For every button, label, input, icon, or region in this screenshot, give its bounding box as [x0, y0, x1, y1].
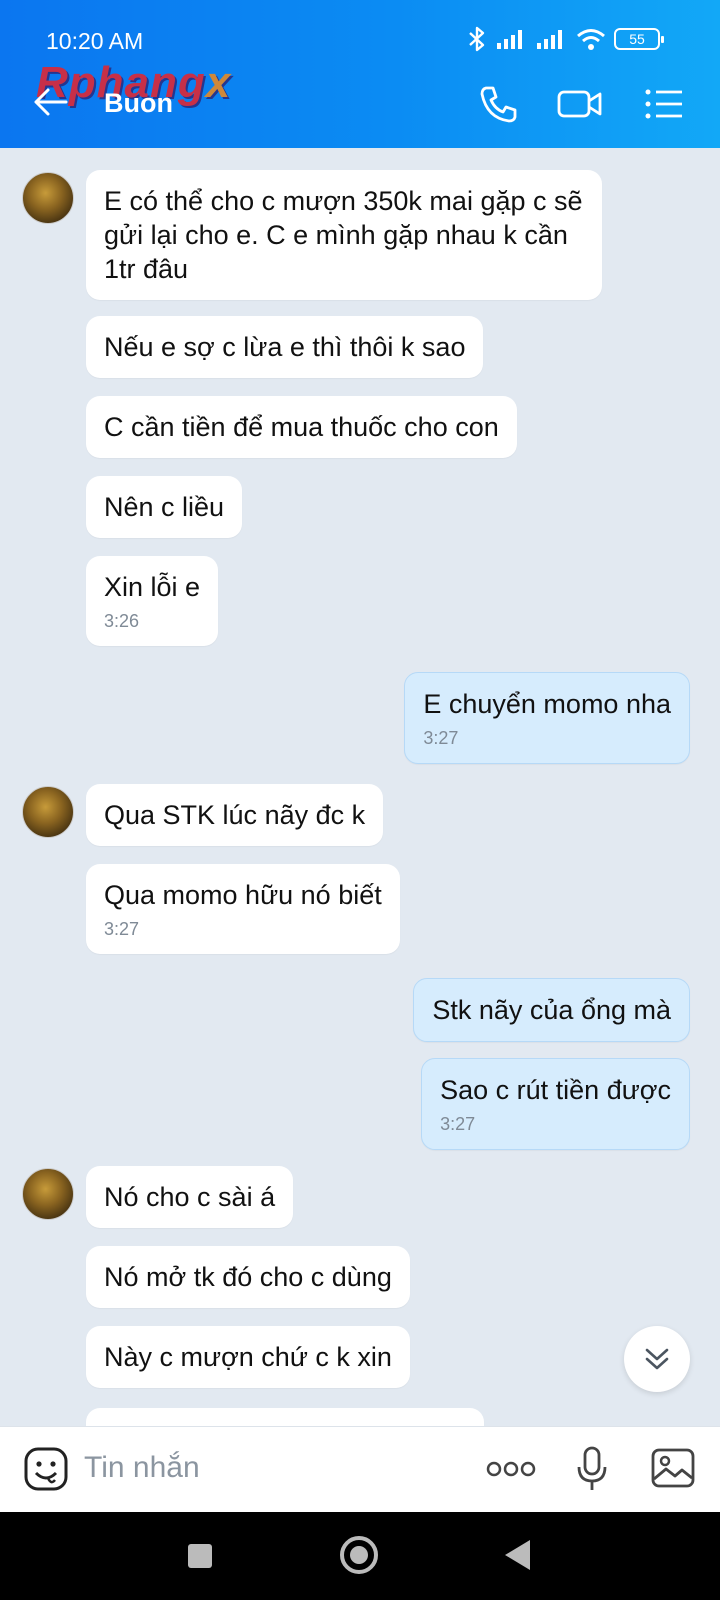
battery-icon: 55	[614, 28, 664, 50]
message-bubble-received[interactable]: Qua momo hữu nó biết 3:27	[86, 864, 400, 954]
wifi-icon	[577, 29, 605, 50]
app-header: 10:20 AM 55 Rphangx Buon	[0, 0, 720, 148]
scroll-to-bottom-button[interactable]	[624, 1326, 690, 1392]
home-icon[interactable]	[338, 1534, 380, 1576]
video-call-icon[interactable]	[556, 80, 604, 128]
message-bubble-partial[interactable]	[86, 1408, 484, 1426]
message-bubble-received[interactable]: C cần tiền để mua thuốc cho con	[86, 396, 517, 458]
message-text: E chuyển momo nha	[423, 689, 671, 719]
conversation-title[interactable]: Buon	[104, 88, 173, 119]
message-bubble-sent[interactable]: Sao c rút tiền được 3:27	[421, 1058, 690, 1150]
message-time: 3:26	[104, 611, 140, 631]
system-navigation-bar	[0, 1512, 720, 1600]
message-bubble-received[interactable]: Nếu e sợ c lừa e thì thôi k sao	[86, 316, 484, 378]
message-text: Stk nãy của ổng mà	[432, 995, 671, 1025]
message-bubble-received[interactable]: E có thể cho c mượn 350k mai gặp c sẽ gử…	[86, 170, 602, 300]
message-text: Này c mượn chứ c k xin	[104, 1342, 392, 1372]
message-bubble-received[interactable]: Nó cho c sài á	[86, 1166, 294, 1228]
message-text: Nên c liều	[104, 492, 225, 522]
image-gallery-icon[interactable]	[650, 1445, 696, 1491]
message-bubble-received[interactable]: Qua STK lúc nãy đc k	[86, 784, 384, 846]
message-composer: Tin nhắn	[0, 1426, 720, 1512]
signal-icon-2	[537, 30, 562, 49]
message-text: Xin lỗi e	[104, 572, 201, 602]
sticker-icon[interactable]	[24, 1447, 68, 1491]
message-bubble-received[interactable]: Này c mượn chứ c k xin	[86, 1326, 410, 1388]
contact-avatar[interactable]	[22, 786, 74, 838]
status-icons: 55	[466, 26, 664, 52]
contact-avatar[interactable]	[22, 1168, 74, 1220]
contact-avatar[interactable]	[22, 172, 74, 224]
message-bubble-received[interactable]: Xin lỗi e 3:26	[86, 556, 219, 646]
message-bubble-sent[interactable]: Stk nãy của ổng mà	[413, 978, 690, 1042]
menu-list-icon[interactable]	[640, 80, 688, 128]
bluetooth-icon	[469, 26, 485, 52]
battery-level: 55	[629, 31, 645, 47]
message-text: E có thể cho c mượn 350k mai gặp c sẽ gử…	[104, 186, 583, 284]
status-bar: 10:20 AM 55	[46, 22, 664, 58]
message-text: Sao c rút tiền được	[440, 1075, 671, 1105]
message-list[interactable]: E có thể cho c mượn 350k mai gặp c sẽ gử…	[0, 148, 720, 1426]
message-bubble-sent[interactable]: E chuyển momo nha 3:27	[404, 672, 690, 764]
more-options-icon[interactable]	[486, 1459, 536, 1479]
message-text: Qua STK lúc nãy đc k	[104, 800, 366, 830]
message-bubble-received[interactable]: Nó mở tk đó cho c dùng	[86, 1246, 410, 1308]
recent-apps-icon[interactable]	[186, 1542, 214, 1570]
status-time: 10:20 AM	[46, 28, 144, 54]
message-text: C cần tiền để mua thuốc cho con	[104, 412, 499, 442]
phone-call-icon[interactable]	[474, 80, 522, 128]
message-text: Qua momo hữu nó biết	[104, 880, 382, 910]
message-time: 3:27	[440, 1114, 476, 1134]
message-time: 3:27	[104, 919, 140, 939]
message-text: Nếu e sợ c lừa e thì thôi k sao	[104, 332, 466, 362]
chevron-double-down-icon	[645, 1348, 669, 1370]
back-arrow-icon[interactable]	[30, 82, 70, 122]
microphone-icon[interactable]	[576, 1445, 608, 1493]
message-time: 3:27	[423, 728, 459, 748]
signal-icon	[497, 30, 522, 49]
back-triangle-icon[interactable]	[502, 1538, 532, 1572]
message-text: Nó mở tk đó cho c dùng	[104, 1262, 392, 1292]
nav-row: Buon	[0, 70, 720, 140]
message-text: Nó cho c sài á	[104, 1182, 276, 1212]
message-bubble-received[interactable]: Nên c liều	[86, 476, 243, 538]
message-input[interactable]: Tin nhắn	[84, 1451, 200, 1485]
